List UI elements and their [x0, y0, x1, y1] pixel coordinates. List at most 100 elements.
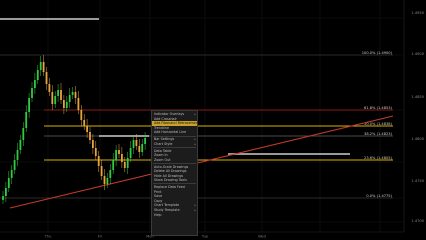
menu-item-label: Data Table	[154, 148, 172, 153]
candle-body	[121, 154, 123, 162]
candle-body	[103, 176, 106, 184]
date-axis: Thu Fri Mon Tue Wed	[0, 231, 404, 239]
candle-body	[94, 148, 97, 156]
candle-body	[31, 88, 33, 98]
candle-body	[74, 92, 77, 98]
menu-item-label: Chart Style	[154, 141, 173, 146]
candle-body	[22, 128, 25, 140]
menu-item-show-drawing-tools[interactable]: Show Drawing Tools	[152, 178, 197, 183]
candle-body	[71, 92, 74, 95]
candle-body	[36, 70, 39, 80]
candle-body	[100, 166, 103, 176]
candle-body	[34, 80, 36, 88]
menu-item-help[interactable]: Help	[152, 213, 197, 218]
candle-body	[126, 158, 129, 168]
candle-body	[68, 95, 71, 102]
price-tick-label: 1.4900	[411, 52, 424, 56]
menu-item-label: Help	[154, 212, 162, 217]
candle-body	[48, 84, 51, 92]
candle-body	[42, 62, 45, 72]
candle-body	[57, 90, 59, 96]
fib-level-label: 0.0% (1.4775)	[366, 194, 392, 198]
candle-body	[19, 140, 22, 150]
menu-item-label: Hide All Drawings	[154, 173, 184, 178]
menu-item-label: Delete All Drawings	[154, 169, 187, 174]
price-chart[interactable]: 100.0% (1.4900)61.8% (1.4853)50.0% (1.48…	[0, 0, 426, 240]
fib-level-label: 100.0% (1.4900)	[362, 51, 393, 55]
menu-item-label: Add Crosshair	[154, 116, 177, 121]
candle-body	[97, 156, 100, 166]
menu-item-label: Zoom In	[154, 153, 168, 158]
candle-body	[106, 178, 109, 184]
price-tick-label: 1.4950	[411, 11, 424, 15]
candle-body	[109, 170, 112, 178]
menu-item-zoom-out[interactable]: Zoom Out	[152, 158, 197, 163]
candle-body	[123, 162, 126, 168]
menu-item-chart-style[interactable]: Chart Style ▸	[152, 142, 197, 147]
candle-body	[77, 98, 80, 110]
price-tick-label: 1.4850	[411, 95, 424, 99]
candle-body	[115, 150, 117, 160]
candle-body	[129, 148, 132, 158]
fib-level-label: 38.2% (1.4823)	[364, 132, 393, 136]
fib-level-label: 61.8% (1.4853)	[364, 106, 393, 110]
fib-level-label: 23.6% (1.4805)	[364, 156, 393, 160]
chart-grid	[0, 0, 403, 232]
candle-body	[60, 90, 62, 100]
date-tick-label: Fri	[98, 235, 102, 239]
menu-item-label: Add Horizontal Line	[154, 130, 187, 135]
candle-body	[118, 150, 120, 154]
candle-body	[65, 102, 68, 108]
menu-item-add-horizontal-line[interactable]: Add Horizontal Line	[152, 130, 197, 135]
selected-drawing-bar[interactable]	[228, 153, 350, 155]
candle-body	[54, 96, 57, 104]
menu-item-label: Trendline	[154, 125, 169, 130]
candle-body	[144, 138, 146, 144]
menu-item-label: Copy	[154, 198, 163, 203]
candle-body	[5, 188, 7, 196]
candle-body	[2, 196, 4, 200]
date-tick-label: Thu	[44, 235, 52, 239]
candle-body	[10, 170, 13, 178]
selected-drawing-bar[interactable]	[99, 135, 149, 137]
menu-item-label: Auto-Scale Drawings	[154, 164, 189, 169]
candle-body	[51, 92, 54, 104]
price-tick-label: 1.4700	[411, 219, 424, 223]
menu-item-label: Bar Settings	[154, 137, 175, 142]
price-axis: 1.4950 1.4900 1.4850 1.4800 1.4750 1.4700	[403, 0, 425, 232]
menu-item-label: Replace Data Feed	[154, 185, 185, 190]
candle-body	[28, 98, 30, 112]
date-tick-label: Wed	[258, 235, 266, 239]
candlestick-series	[2, 55, 146, 204]
candle-body	[7, 178, 10, 188]
menu-item-label: Study Template	[154, 208, 180, 213]
menu-item-label: Add Fibonacci Retracement	[154, 121, 197, 126]
candle-body	[25, 112, 28, 128]
candle-body	[16, 150, 19, 160]
candle-body	[86, 126, 88, 132]
candle-body	[141, 144, 144, 152]
candle-body	[132, 140, 135, 148]
menu-item-label: Zoom Out	[154, 157, 171, 162]
candle-body	[13, 160, 16, 170]
price-tick-label: 1.4800	[411, 137, 424, 141]
chart-context-menu: Indicator Overlays ▸ Add Crosshair Add Fibo…	[151, 110, 198, 236]
date-tick-label: Tue	[201, 235, 209, 239]
candle-body	[112, 160, 115, 170]
menu-item-label: Show Drawing Tools	[154, 178, 187, 183]
candle-body	[92, 140, 94, 148]
candle-body	[80, 110, 83, 120]
drawing-tool-marker[interactable]	[0, 18, 99, 20]
menu-item-label: Indicator Overlays	[154, 112, 185, 116]
submenu-arrow-icon: ▸	[194, 141, 196, 146]
menu-item-label: Print	[154, 189, 162, 194]
candle-body	[89, 132, 91, 140]
menu-item-label: Chart Template	[154, 203, 180, 208]
candle-body	[39, 62, 42, 70]
candle-body	[138, 146, 141, 152]
candle-body	[135, 140, 138, 146]
candle-body	[45, 72, 48, 84]
price-tick-label: 1.4750	[411, 179, 424, 183]
menu-item-label: Save	[154, 194, 163, 199]
candle-body	[63, 100, 65, 108]
